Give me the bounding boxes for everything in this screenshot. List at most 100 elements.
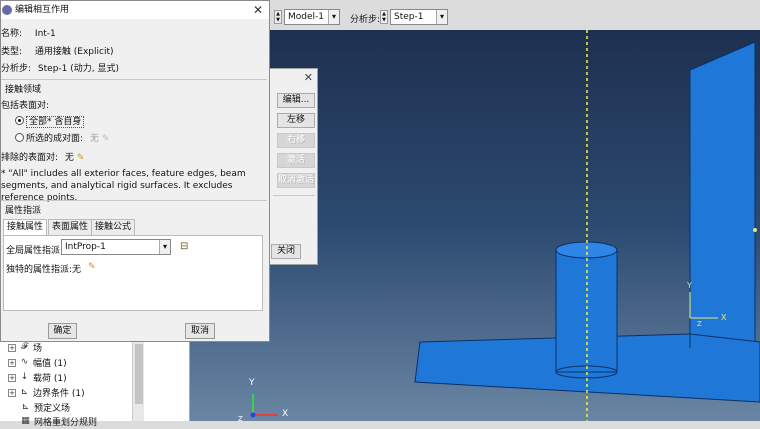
model-tree: + 𝓕 场 + ∿ 幅值 (1) + ↓ 载荷 (1) + ⊾ 边界条件 (1)…	[0, 340, 190, 428]
cylinder-body	[555, 249, 618, 373]
pencil-icon: ✎	[101, 134, 110, 144]
attr-assign-header: 属性指派	[5, 206, 42, 216]
wall-marker	[753, 228, 757, 232]
field-icon: 𝓕	[21, 342, 28, 352]
step-label: 分析步:	[350, 15, 381, 25]
tree-item-label: 载荷 (1)	[33, 374, 67, 384]
chevron-down-icon: ▾	[159, 240, 170, 254]
dialog-titlebar[interactable]: 编辑相互作用 ✕	[1, 1, 269, 19]
all-option-label: 全部* 含自身	[26, 116, 85, 128]
expand-icon[interactable]: +	[8, 388, 16, 397]
move-left-button[interactable]: 左移	[277, 113, 315, 128]
model-spin-icon[interactable]: ▲ ▼	[274, 10, 282, 24]
close-icon[interactable]: ✕	[253, 1, 263, 19]
close-button[interactable]: 关闭	[271, 244, 301, 259]
chevron-down-icon: ▾	[328, 10, 339, 24]
tree-item-label: 场	[33, 344, 43, 354]
tree-scrollbar[interactable]	[132, 340, 144, 421]
expand-icon[interactable]: +	[8, 358, 16, 367]
model-select-value: Model-1	[288, 12, 324, 22]
excluded-value: 无	[64, 153, 74, 163]
create-property-icon[interactable]: ⊟	[180, 241, 188, 252]
local-triad-x-label: X	[721, 313, 727, 322]
individual-prop-label: 独特的属性指派:	[6, 265, 73, 275]
edit-button[interactable]: 编辑...	[277, 93, 315, 108]
load-icon: ↓	[20, 372, 29, 382]
boundary-condition-icon: ⊾	[20, 387, 29, 397]
tree-item-predefined-field[interactable]: ⊾ 预定义场	[20, 400, 70, 415]
individual-prop-value: 无	[72, 265, 82, 275]
context-toolbar: ▲ ▼ Model-1 ▾ 分析步: ▲ ▼ Step-1 ▾	[270, 8, 760, 30]
expand-icon[interactable]: +	[8, 373, 16, 382]
step-select-value: Step-1	[394, 12, 424, 22]
tab-panel: 全局属性指派: IntProp-1 ▾ ⊟ 独特的属性指派: 无 ✎	[3, 235, 263, 311]
step-spin-icon[interactable]: ▲ ▼	[380, 10, 388, 24]
global-triad-z-axis	[250, 412, 256, 418]
type-row: 类型: 通用接触 (Explicit)	[1, 44, 114, 57]
interaction-manager-dialog: ✕ 编辑... 左移 右移 激活 取消激活 关闭	[268, 68, 318, 265]
predefined-field-icon: ⊾	[21, 402, 30, 412]
tree-item-label: 边界条件 (1)	[33, 389, 85, 399]
selected-pairs-radio[interactable]: 所选的成对面: 无 ✎	[15, 131, 109, 144]
step-row: 分析步: Step-1 (动力, 显式)	[1, 61, 119, 74]
divider	[273, 195, 315, 196]
global-y-label: Y	[249, 378, 255, 388]
expand-icon[interactable]: +	[8, 343, 16, 352]
global-prop-label: 全局属性指派:	[6, 246, 64, 256]
tree-item-label: 预定义场	[34, 404, 71, 414]
all-option-radio[interactable]: 全部* 含自身	[15, 114, 85, 128]
tree-item-field[interactable]: + 𝓕 场	[8, 340, 42, 355]
all-note: * "All" includes all exterior faces, fea…	[1, 169, 246, 203]
dialog-title: 编辑相互作用	[15, 5, 70, 15]
step-select[interactable]: Step-1 ▾	[390, 9, 448, 25]
type-label: 类型:	[1, 47, 23, 57]
step-value: Step-1 (动力, 显式)	[37, 64, 119, 74]
tab-contact-property[interactable]: 接触属性	[3, 219, 48, 236]
tab-surface-property[interactable]: 表面属性	[48, 219, 93, 235]
move-right-button[interactable]: 右移	[277, 133, 315, 148]
local-triad-z-label: Z	[697, 320, 702, 328]
tree-item-label: 幅值 (1)	[33, 359, 67, 369]
tree-item-label: 网格重划分规则	[34, 418, 98, 428]
excluded-row: 排除的表面对: 无 ✎	[1, 150, 84, 163]
global-x-label: X	[282, 409, 289, 419]
tree-item-load[interactable]: + ↓ 载荷 (1)	[8, 370, 67, 385]
global-prop-value: IntProp-1	[65, 242, 106, 252]
selected-option-label: 所选的成对面:	[26, 134, 84, 144]
model-select[interactable]: Model-1 ▾	[284, 9, 340, 25]
pencil-icon[interactable]: ✎	[88, 262, 96, 272]
activate-button[interactable]: 激活	[277, 153, 315, 168]
edit-interaction-dialog: 编辑相互作用 ✕ 名称: Int-1 类型: 通用接触 (Explicit) 分…	[0, 0, 270, 342]
app-icon	[2, 5, 12, 15]
name-value: Int-1	[34, 29, 56, 39]
pencil-icon[interactable]: ✎	[77, 153, 85, 163]
amplitude-icon: ∿	[20, 357, 29, 367]
global-z-label: Z	[238, 415, 243, 421]
excluded-label: 排除的表面对:	[1, 153, 59, 163]
type-value: 通用接触 (Explicit)	[34, 47, 114, 57]
ok-button[interactable]: 确定	[48, 323, 77, 339]
scrollbar-thumb[interactable]	[135, 344, 143, 404]
selected-pairs-value: 无	[89, 134, 99, 144]
tree-item-amplitude[interactable]: + ∿ 幅值 (1)	[8, 355, 67, 370]
included-pairs-label: 包括表面对:	[1, 101, 50, 111]
local-triad-y-label: Y	[686, 281, 692, 290]
contact-domain-header: 接触领域	[5, 85, 42, 95]
tab-contact-formulation[interactable]: 接触公式	[91, 219, 136, 235]
tree-item-remesh[interactable]: ▦ 网格重划分规则	[20, 414, 97, 429]
chevron-down-icon: ▾	[436, 10, 447, 24]
radio-selected-icon	[15, 116, 24, 125]
tree-item-bc[interactable]: + ⊾ 边界条件 (1)	[8, 385, 85, 400]
cylinder-top	[555, 241, 618, 259]
name-label: 名称:	[1, 29, 23, 39]
deactivate-button[interactable]: 取消激活	[277, 173, 315, 188]
cancel-button[interactable]: 取消	[185, 323, 215, 339]
divider	[1, 79, 267, 80]
step-label: 分析步:	[1, 64, 32, 74]
close-icon[interactable]: ✕	[304, 71, 313, 84]
global-prop-select[interactable]: IntProp-1 ▾	[61, 239, 171, 255]
divider	[1, 200, 267, 201]
radio-icon	[15, 133, 24, 142]
name-row: 名称: Int-1	[1, 26, 56, 39]
remesh-icon: ▦	[21, 416, 30, 426]
